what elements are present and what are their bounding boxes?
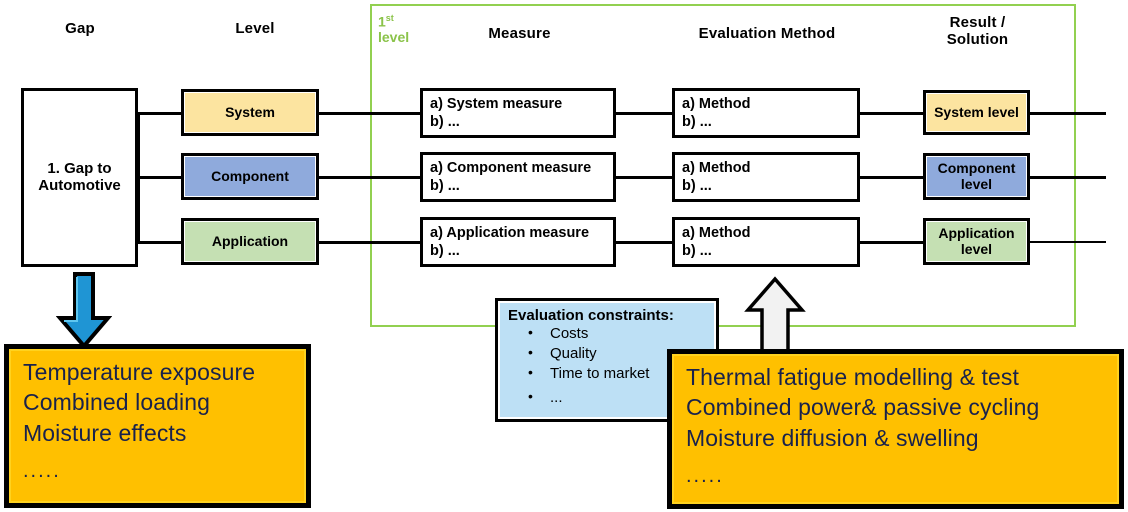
connector-measure-method-row2 [614,176,674,179]
connector-level-measure-row1 [318,112,422,115]
measure-box-component[interactable]: a) Component measure b) ... [420,152,616,202]
connector-method-result-row3 [858,241,925,244]
method-application-line-b: b) ... [682,243,712,260]
method-component-line-a: a) Method [682,160,751,176]
constraints-title: Evaluation constraints: [508,307,674,324]
measure-box-system[interactable]: a) System measure b) ... [420,88,616,138]
method-box-application[interactable]: a) Method b) ... [672,217,860,267]
connector-gap-row2 [137,176,185,179]
result-box-system[interactable]: System level [923,90,1030,135]
callout-solutions-dots: ..... [686,465,724,488]
constraints-item-costs: Costs [528,325,708,341]
level-box-application-label: Application [211,232,289,249]
connector-result-out-row3 [1028,241,1106,243]
gap-box-line2: Automotive [38,176,121,194]
gap-box-line1: 1. Gap to [47,159,112,177]
level-box-component-label: Component [211,167,289,184]
level-box-system[interactable]: System [181,89,319,136]
connector-measure-method-row1 [614,112,674,115]
result-component-line2: level [960,175,993,192]
callout-gaps-dots: ..... [23,460,61,483]
callout-solutions-line3: Moisture diffusion & swelling [686,424,979,451]
white-up-arrow [744,276,806,356]
connector-result-out-row1 [1028,112,1106,115]
connector-method-result-row1 [858,112,925,115]
header-level: Level [235,20,275,37]
callout-gaps-line2: Combined loading [23,389,211,416]
first-level-tag: 1st level [378,13,438,46]
method-box-component[interactable]: a) Method b) ... [672,152,860,202]
first-level-word: level [378,29,410,46]
first-level-sup: st [385,13,394,23]
header-result-line1: Result / [949,14,1006,31]
result-application-line2: level [960,240,993,257]
header-evaluation-method: Evaluation Method [698,25,836,42]
result-system-line1: System level [934,103,1019,120]
level-box-system-label: System [225,103,275,120]
measure-system-line-a: a) System measure [430,96,563,112]
method-application-line-a: a) Method [682,225,751,241]
measure-box-application[interactable]: a) Application measure b) ... [420,217,616,267]
callout-gaps-line3: Moisture effects [23,419,187,446]
measure-component-line-a: a) Component measure [430,160,592,176]
connector-result-out-row2 [1028,176,1106,179]
level-box-component[interactable]: Component [181,153,319,200]
result-box-component[interactable]: Component level [923,153,1030,200]
header-gap: Gap [65,20,95,37]
connector-method-result-row2 [858,176,925,179]
blue-down-arrow [56,272,112,350]
method-system-line-a: a) Method [682,96,751,112]
callout-solutions-line1: Thermal fatigue modelling & test [686,364,1020,390]
method-box-system[interactable]: a) Method b) ... [672,88,860,138]
connector-gap-row3 [137,241,185,244]
connector-gap-row1 [137,112,185,115]
method-component-line-b: b) ... [682,178,712,195]
header-measure: Measure [488,25,551,42]
callout-solutions-line2: Combined power& passive cycling [686,394,1040,421]
header-result-line2: Solution [946,31,1009,49]
callout-solutions[interactable]: Thermal fatigue modelling & test Combine… [667,349,1124,509]
callout-gaps-line1: Temperature exposure [23,359,256,385]
connector-measure-method-row3 [614,241,674,244]
measure-system-line-b: b) ... [430,114,460,131]
measure-component-line-b: b) ... [430,178,460,195]
connector-level-measure-row2 [318,176,422,179]
measure-application-line-b: b) ... [430,243,460,260]
result-box-application[interactable]: Application level [923,218,1030,265]
first-level-number: 1 [378,13,386,30]
diagram-canvas: Gap Level 1st level Measure Evaluation M… [0,0,1128,512]
header-result-solution: Result / Solution [920,14,1035,49]
method-system-line-b: b) ... [682,114,712,131]
gap-box[interactable]: 1. Gap to Automotive [21,88,138,267]
connector-level-measure-row3 [318,241,422,244]
callout-gaps[interactable]: Temperature exposure Combined loading Mo… [4,344,311,508]
result-application-line1: Application [938,224,1015,241]
result-component-line1: Component [937,159,1016,176]
measure-application-line-a: a) Application measure [430,225,590,241]
level-box-application[interactable]: Application [181,218,319,265]
